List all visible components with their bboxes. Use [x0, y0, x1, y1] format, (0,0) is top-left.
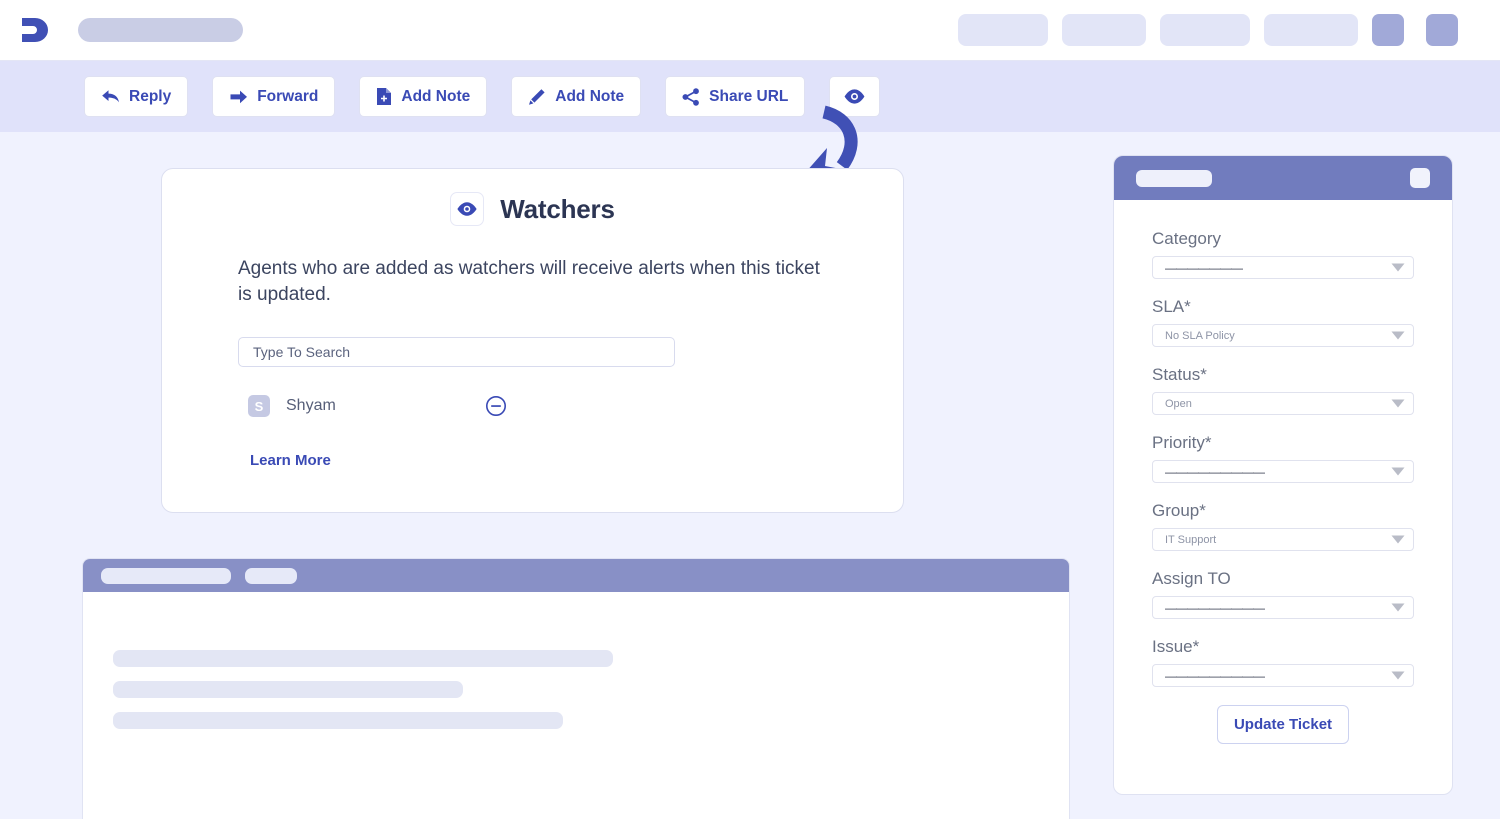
watch-ticket-button[interactable] [829, 76, 881, 117]
nav-item-placeholder-2[interactable] [1062, 14, 1146, 46]
chevron-down-icon [1391, 671, 1405, 680]
assign-to-select[interactable]: ————————— [1152, 596, 1414, 619]
avatar: S [248, 395, 270, 417]
field-group-label: Group* [1152, 501, 1206, 520]
status-value: Open [1165, 397, 1192, 410]
field-sla: SLA* No SLA Policy [1152, 297, 1414, 347]
content-skeleton-line-3 [113, 712, 563, 729]
field-issue: Issue* ————————— [1152, 637, 1414, 687]
group-select[interactable]: IT Support [1152, 528, 1414, 551]
field-assign-to: Assign TO ————————— [1152, 569, 1414, 619]
eye-icon [843, 88, 866, 105]
add-note-pencil-button[interactable]: Add Note [511, 76, 642, 117]
eye-icon [450, 192, 485, 226]
document-plus-icon [376, 87, 392, 106]
reply-arrow-icon [101, 88, 120, 105]
content-skeleton-line-1 [113, 650, 613, 667]
sla-select[interactable]: No SLA Policy [1152, 324, 1414, 347]
chevron-down-icon [1391, 467, 1405, 476]
field-category-label: Category [1152, 229, 1221, 248]
forward-button-label: Forward [257, 87, 319, 105]
ticket-properties-panel: Category ——————— SLA* No SLA Policy Stat… [1113, 155, 1453, 795]
watchers-description: Agents who are added as watchers will re… [238, 258, 820, 305]
issue-select[interactable]: ————————— [1152, 664, 1414, 687]
add-note-document-label: Add Note [401, 87, 471, 105]
conversation-badge-placeholder[interactable] [245, 567, 297, 584]
share-url-button-label: Share URL [709, 87, 789, 105]
header-action-icon-2[interactable] [1426, 14, 1458, 46]
chevron-down-icon [1391, 535, 1405, 544]
reply-button-label: Reply [129, 87, 172, 105]
forward-arrow-icon [229, 89, 248, 105]
category-select[interactable]: ——————— [1152, 256, 1414, 279]
header-action-icon-1[interactable] [1372, 14, 1404, 46]
field-status-label: Status* [1152, 365, 1207, 384]
conversation-tab-placeholder[interactable] [101, 567, 231, 584]
field-assign-to-label: Assign TO [1152, 569, 1231, 588]
category-value: ——————— [1165, 260, 1243, 275]
nav-item-placeholder-4[interactable] [1264, 14, 1358, 46]
conversation-panel [82, 558, 1070, 819]
header-title-placeholder [78, 18, 243, 42]
nav-item-placeholder-3[interactable] [1160, 14, 1250, 46]
forward-button[interactable]: Forward [212, 76, 336, 117]
app-logo-icon[interactable] [14, 10, 54, 50]
minus-circle-icon[interactable] [485, 395, 507, 417]
conversation-panel-header [83, 559, 1069, 592]
add-note-document-button[interactable]: Add Note [359, 76, 488, 117]
panel-action-placeholder[interactable] [1410, 168, 1430, 188]
pencil-icon [528, 88, 546, 106]
group-value: IT Support [1165, 533, 1217, 546]
chevron-down-icon [1391, 603, 1405, 612]
ticket-properties-header [1114, 156, 1452, 200]
sla-value: No SLA Policy [1165, 329, 1235, 342]
watcher-list-item: S Shyam [248, 395, 903, 417]
learn-more-link[interactable]: Learn More [250, 452, 331, 469]
field-category: Category ——————— [1152, 229, 1414, 279]
header-nav-group [958, 14, 1500, 46]
chevron-down-icon [1391, 263, 1405, 272]
issue-value: ————————— [1165, 668, 1265, 683]
update-ticket-container: Update Ticket [1152, 705, 1414, 744]
watchers-card: Watchers Agents who are added as watcher… [161, 168, 904, 513]
ticket-action-toolbar: Reply Forward Add Note Add Note Share UR… [0, 61, 1500, 132]
chevron-down-icon [1391, 331, 1405, 340]
field-issue-label: Issue* [1152, 637, 1200, 656]
watchers-search-input[interactable] [238, 337, 675, 367]
priority-value: ————————— [1165, 464, 1265, 479]
app-header [0, 0, 1500, 61]
watchers-card-header: Watchers [162, 192, 903, 226]
field-priority-label: Priority* [1152, 433, 1212, 452]
watcher-name: Shyam [286, 397, 336, 414]
chevron-down-icon [1391, 399, 1405, 408]
content-skeleton-line-2 [113, 681, 463, 698]
share-icon [682, 87, 700, 106]
reply-button[interactable]: Reply [84, 76, 189, 117]
priority-select[interactable]: ————————— [1152, 460, 1414, 483]
assign-to-value: ————————— [1165, 600, 1265, 615]
conversation-panel-body [83, 592, 1069, 729]
field-priority: Priority* ————————— [1152, 433, 1414, 483]
share-url-button[interactable]: Share URL [665, 76, 806, 117]
nav-item-placeholder-1[interactable] [958, 14, 1048, 46]
update-ticket-button[interactable]: Update Ticket [1216, 705, 1350, 744]
ticket-properties-form: Category ——————— SLA* No SLA Policy Stat… [1114, 200, 1452, 744]
add-note-pencil-label: Add Note [555, 87, 625, 105]
status-select[interactable]: Open [1152, 392, 1414, 415]
field-status: Status* Open [1152, 365, 1414, 415]
panel-title-placeholder [1136, 169, 1212, 187]
field-group: Group* IT Support [1152, 501, 1414, 551]
watchers-title: Watchers [500, 193, 615, 224]
field-sla-label: SLA* [1152, 297, 1191, 316]
